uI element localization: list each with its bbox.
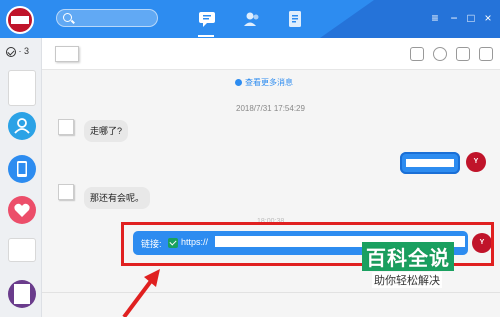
my-avatar[interactable] [6,6,34,34]
tab-contacts[interactable] [242,9,262,29]
watermark-title: 百科全说 [362,242,454,271]
unread-count: · 3 [18,46,30,56]
chat-header [42,38,500,70]
sender-avatar[interactable] [58,119,74,135]
sidebar-item-contacts[interactable] [8,112,36,140]
minimize-icon[interactable]: − [448,12,460,24]
view-more-messages-link[interactable]: 查看更多消息 [235,77,293,88]
message-bubble-incoming: 那还有会呢。 [84,187,151,209]
close-icon[interactable]: × [482,12,494,24]
search-icon [63,13,72,22]
people-icon [14,118,30,134]
menu-icon[interactable]: ≡ [429,12,441,24]
sender-avatar[interactable] [58,184,74,200]
message-bubble-outgoing [400,152,460,174]
maximize-icon[interactable]: □ [465,12,477,24]
heart-icon [14,203,30,217]
sidebar-item-contact-2[interactable] [8,238,36,262]
sidebar-item-contact-1[interactable] [8,70,36,106]
annotation-arrow-icon [122,269,160,317]
watermark-subtitle: 助你轻松解决 [372,272,442,288]
chat-title [55,46,79,62]
sidebar-item-favorites[interactable] [8,196,36,224]
sidebar-item-contact-3[interactable] [8,280,36,308]
voice-call-icon[interactable] [433,47,447,61]
sidebar-item-phone[interactable] [8,155,36,183]
redacted-text [406,159,454,167]
search-input[interactable] [56,9,158,27]
check-circle-icon [6,46,16,57]
tab-files[interactable] [285,9,305,29]
watermark: 百科全说 助你轻松解决 [350,240,500,300]
add-member-icon[interactable] [479,47,493,61]
more-messages-label: 查看更多消息 [245,78,293,87]
phone-icon [17,161,27,177]
document-icon [289,11,301,27]
contact-3-mask [14,284,30,304]
history-icon [235,79,242,86]
video-call-icon[interactable] [456,47,470,61]
screenshot-icon[interactable] [410,47,424,61]
tab-messages[interactable] [197,9,217,29]
my-message-avatar[interactable]: Y [466,152,486,172]
active-tab-indicator [198,35,214,37]
message-bubble-incoming: 走哪了? [84,120,129,142]
unread-counter[interactable]: · 3 [6,46,40,60]
message-timestamp: 2018/7/31 17:54:29 [236,104,305,113]
contacts-icon [244,12,259,26]
chat-icon [199,12,215,27]
